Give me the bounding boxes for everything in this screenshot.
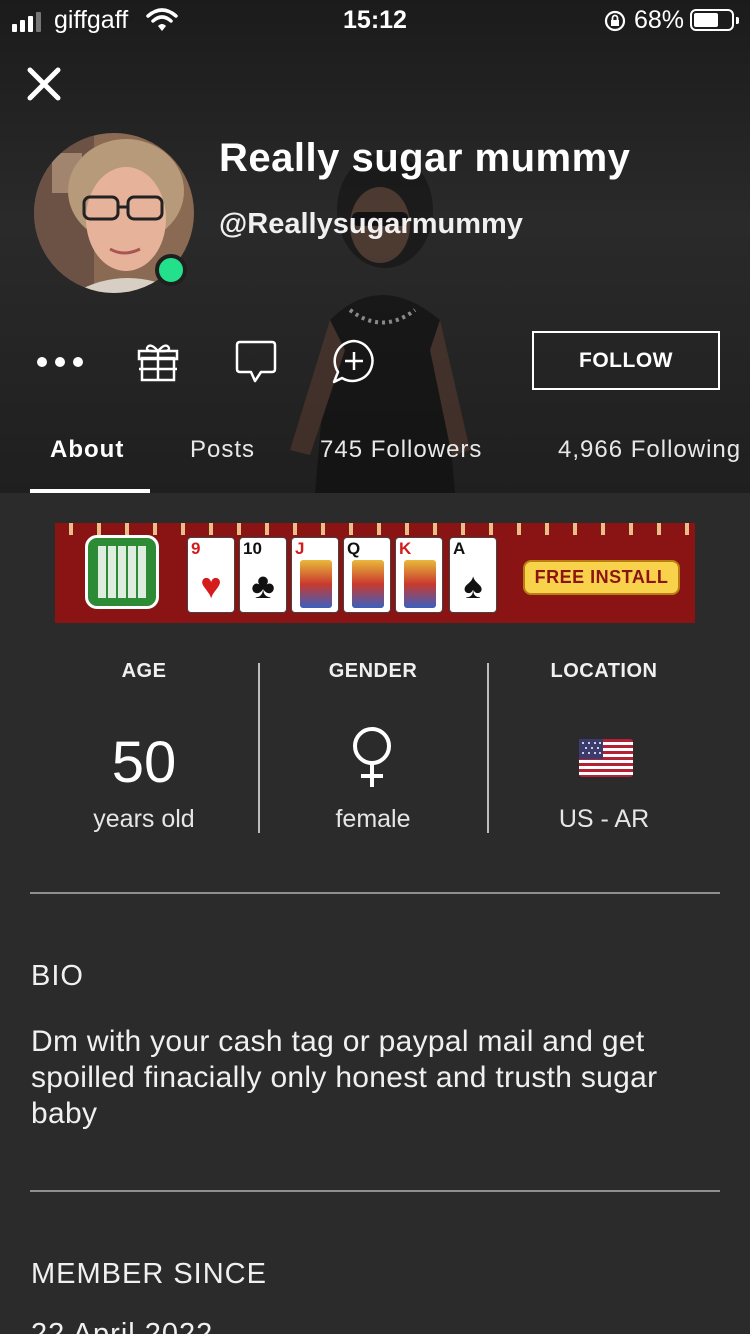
gender-stat: GENDER — [258, 660, 488, 683]
location-stat: LOCATION — [489, 660, 719, 683]
playing-card: A ♠ — [449, 537, 497, 613]
add-chat-icon — [332, 339, 374, 384]
profile-header: giffgaff 15:12 68% Really sugar mummy @R… — [0, 0, 750, 493]
playing-card: Q — [343, 537, 391, 613]
us-flag-icon — [579, 739, 633, 777]
follow-button[interactable]: FOLLOW — [532, 331, 720, 390]
bio-text: Dm with your cash tag or paypal mail and… — [31, 1025, 658, 1130]
free-install-button[interactable]: FREE INSTALL — [523, 560, 680, 595]
card-rank: K — [399, 539, 412, 558]
section-divider — [30, 1190, 720, 1192]
location-value: US - AR — [558, 805, 650, 833]
tab-posts[interactable]: Posts — [190, 436, 255, 464]
tab-about[interactable]: About — [50, 436, 124, 464]
card-rank: A — [453, 539, 466, 558]
gift-icon — [137, 344, 179, 382]
playing-card: K — [395, 537, 443, 613]
gift-button[interactable] — [134, 338, 182, 386]
section-divider — [30, 892, 720, 894]
message-button[interactable] — [232, 338, 280, 386]
card-rank: Q — [347, 539, 361, 558]
member-since-label: MEMBER SINCE — [31, 1258, 267, 1290]
more-icon — [37, 357, 83, 367]
add-chat-button[interactable] — [330, 338, 378, 386]
card-rank: J — [295, 539, 305, 558]
username: @Reallysugarmummy — [219, 208, 523, 240]
playing-card: J — [291, 537, 339, 613]
close-button[interactable] — [26, 66, 62, 102]
battery-percent: 68% — [634, 6, 685, 34]
card-suit: ♣ — [251, 565, 275, 606]
message-icon — [235, 340, 277, 383]
profile-tabs: About Posts 745 Followers 4,966 Followin… — [0, 430, 750, 493]
ad-banner[interactable]: 9 ♥ 10 ♣ J Q K A ♠ FREE INSTALL — [55, 523, 695, 623]
age-unit: years old — [93, 805, 195, 833]
battery-icon — [690, 9, 739, 31]
display-name: Really sugar mummy — [219, 136, 631, 180]
playing-card: 9 ♥ — [187, 537, 235, 613]
face-card-art — [352, 560, 384, 608]
solitaire-app-icon — [85, 535, 159, 609]
card-suit: ♠ — [463, 565, 483, 606]
gender-value: female — [335, 805, 411, 833]
card-rank: 9 — [191, 539, 201, 558]
card-rank: 10 — [243, 539, 262, 558]
age-stat: AGE — [29, 660, 259, 683]
female-icon — [353, 727, 391, 787]
age-value: 50 — [111, 730, 177, 795]
tab-following[interactable]: 4,966 Following — [558, 436, 741, 464]
tab-followers[interactable]: 745 Followers — [320, 436, 482, 464]
rotation-lock-icon — [604, 10, 626, 32]
online-status-indicator — [155, 254, 187, 286]
bio-label: BIO — [31, 960, 84, 992]
member-since-date: 22 April 2022 — [31, 1318, 214, 1334]
gender-label: GENDER — [328, 660, 418, 682]
card-suit: ♥ — [200, 565, 222, 606]
location-label: LOCATION — [550, 660, 658, 682]
age-label: AGE — [121, 660, 167, 682]
playing-card: 10 ♣ — [239, 537, 287, 613]
ad-lights-decoration — [55, 523, 695, 535]
more-options-button[interactable] — [36, 338, 84, 386]
status-bar: giffgaff 15:12 68% — [0, 0, 750, 40]
face-card-art — [300, 560, 332, 608]
face-card-art — [404, 560, 436, 608]
active-tab-indicator — [30, 489, 150, 493]
